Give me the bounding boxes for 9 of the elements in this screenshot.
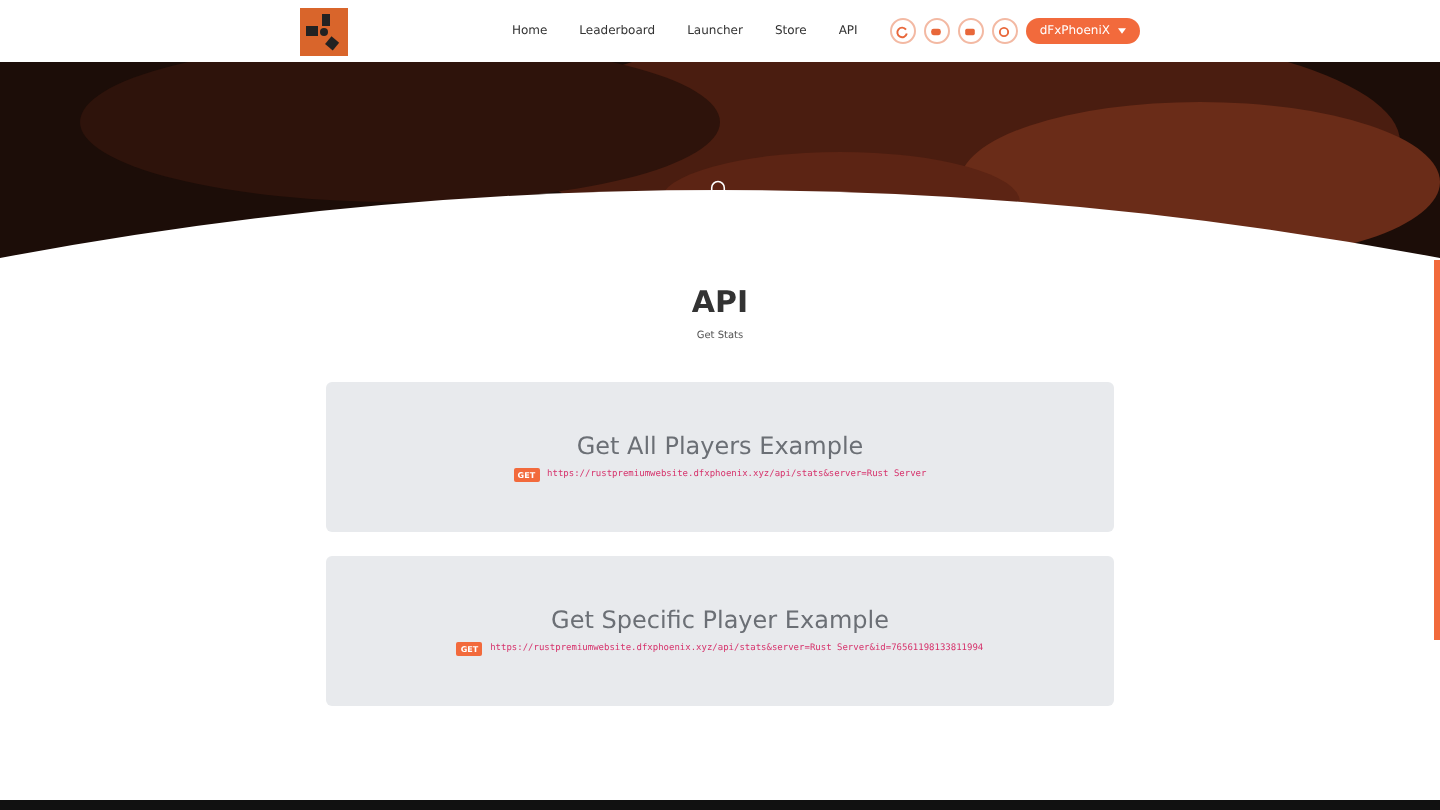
caret-icon xyxy=(1118,28,1126,34)
video-icon[interactable] xyxy=(957,18,984,44)
chat-icon[interactable] xyxy=(923,18,950,44)
example-title: Get Specific Player Example xyxy=(551,606,889,634)
logo-icon[interactable] xyxy=(300,7,348,55)
coin-icon[interactable] xyxy=(991,18,1018,44)
example-title: Get All Players Example xyxy=(576,432,864,460)
refresh-icon[interactable] xyxy=(889,18,916,44)
page-title: API xyxy=(691,284,749,320)
